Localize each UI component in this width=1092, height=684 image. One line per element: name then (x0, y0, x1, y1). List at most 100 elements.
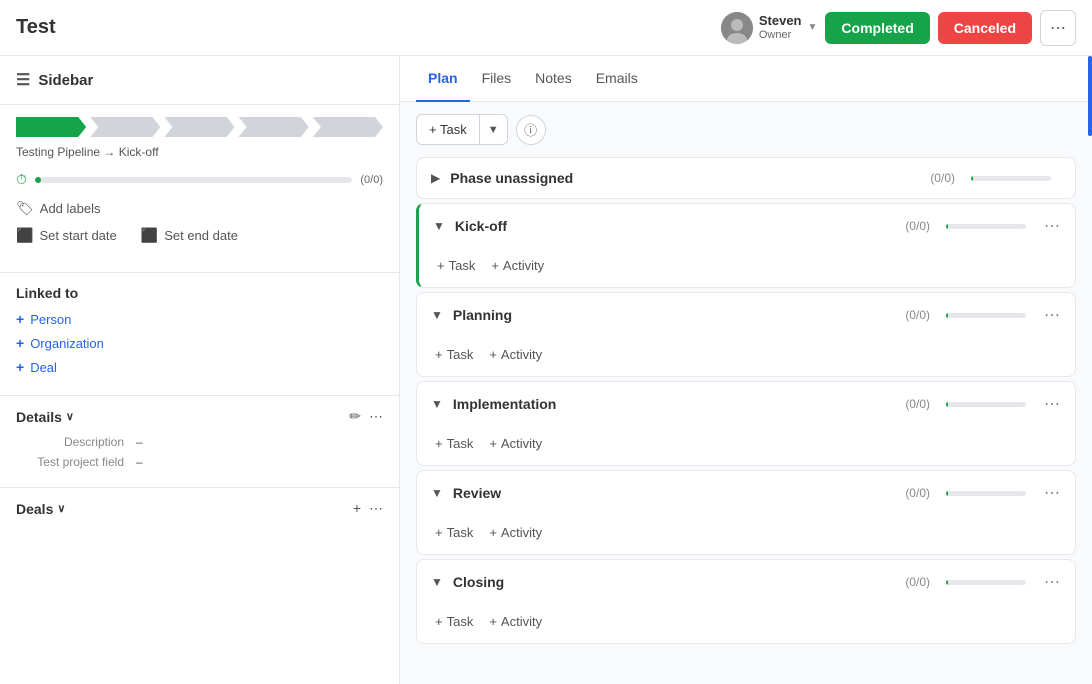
implementation-task-label: Task (447, 436, 474, 451)
pipeline-step-2[interactable] (90, 117, 160, 137)
task-dropdown-icon[interactable]: ▼ (480, 117, 507, 143)
closing-add-task[interactable]: + Task (431, 612, 477, 631)
phase-implementation-header[interactable]: ▼ Implementation (0/0) ⋯ (417, 382, 1075, 426)
phase-implementation: ▼ Implementation (0/0) ⋯ + Task + Ac (416, 381, 1076, 466)
detail-label-test-project-field: Test project field (16, 455, 136, 469)
review-activity-label: Activity (501, 525, 542, 540)
add-deal-icon[interactable]: + (353, 500, 361, 517)
avatar (721, 12, 753, 44)
kickoff-add-task[interactable]: + Task (433, 256, 479, 275)
link-organization[interactable]: + Organization (16, 335, 383, 351)
closing-activity-label: Activity (501, 614, 542, 629)
phase-kickoff-actions: + Task + Activity (419, 248, 1075, 287)
scroll-accent (1088, 56, 1092, 136)
implementation-add-task[interactable]: + Task (431, 434, 477, 453)
details-toggle[interactable]: Details ∨ (16, 409, 74, 425)
task-button[interactable]: + Task ▼ (416, 114, 508, 145)
phase-planning-header[interactable]: ▼ Planning (0/0) ⋯ (417, 293, 1075, 337)
plus-icon: + (489, 614, 497, 629)
phase-closing-header[interactable]: ▼ Closing (0/0) ⋯ (417, 560, 1075, 604)
link-person[interactable]: + Person (16, 311, 383, 327)
review-add-activity[interactable]: + Activity (485, 523, 546, 542)
info-icon: ⓘ (524, 120, 537, 139)
phase-closing-count: (0/0) (905, 575, 930, 589)
tab-notes[interactable]: Notes (523, 56, 584, 102)
breadcrumb-current: Kick-off (119, 145, 159, 159)
kickoff-task-label: Task (449, 258, 476, 273)
kickoff-add-activity[interactable]: + Activity (487, 256, 548, 275)
progress-fill (35, 177, 41, 183)
pipeline-breadcrumb[interactable]: Testing Pipeline → Kick-off (16, 145, 383, 159)
phase-closing-fill (946, 580, 948, 585)
user-name: Steven (759, 13, 802, 29)
detail-value-test-project-field: – (136, 455, 143, 469)
details-section: Details ∨ ✏ ⋯ Description – Test project… (0, 395, 399, 487)
user-section[interactable]: Steven Owner ▼ (721, 12, 818, 44)
phase-review-more-icon[interactable]: ⋯ (1044, 483, 1061, 503)
phase-unassigned-header[interactable]: ▶ Phase unassigned (0/0) (417, 158, 1075, 198)
phase-planning-count: (0/0) (905, 308, 930, 322)
user-info: Steven Owner (759, 13, 802, 42)
link-deal[interactable]: + Deal (16, 359, 383, 375)
phase-kickoff: ▼ Kick-off (0/0) ⋯ + Task + Activity (416, 203, 1076, 288)
phase-review-header[interactable]: ▼ Review (0/0) ⋯ (417, 471, 1075, 515)
phase-kickoff-more-icon[interactable]: ⋯ (1044, 216, 1061, 236)
more-options-button[interactable]: ⋯ (1040, 10, 1076, 46)
review-add-task[interactable]: + Task (431, 523, 477, 542)
phase-chevron-icon: ▼ (433, 219, 445, 233)
phase-closing-more-icon[interactable]: ⋯ (1044, 572, 1061, 592)
set-start-date[interactable]: ⬛ Set start date (16, 227, 117, 244)
pipeline-section: Testing Pipeline → Kick-off ⏱ (0/0) 🏷 Ad… (0, 105, 399, 272)
phase-kickoff-progress (946, 224, 1026, 229)
planning-add-task[interactable]: + Task (431, 345, 477, 364)
completed-button[interactable]: Completed (825, 12, 929, 44)
end-date-icon: ⬛ (141, 227, 158, 244)
phase-unassigned-count: (0/0) (930, 171, 955, 185)
detail-row-test-project-field: Test project field – (16, 455, 383, 469)
progress-row: ⏱ (0/0) (16, 171, 383, 188)
add-labels-row[interactable]: 🏷 Add labels (16, 200, 383, 217)
set-end-date[interactable]: ⬛ Set end date (141, 227, 238, 244)
more-icon[interactable]: ⋯ (369, 408, 383, 425)
toolbar: + Task ▼ ⓘ (400, 102, 1092, 157)
phase-review-progress (946, 491, 1026, 496)
phase-closing-progress (946, 580, 1026, 585)
detail-label-description: Description (16, 435, 136, 449)
progress-label: (0/0) (360, 174, 383, 186)
planning-add-activity[interactable]: + Activity (485, 345, 546, 364)
phase-unassigned: ▶ Phase unassigned (0/0) (416, 157, 1076, 199)
edit-icon[interactable]: ✏ (349, 408, 361, 425)
implementation-add-activity[interactable]: + Activity (485, 434, 546, 453)
phase-kickoff-fill (946, 224, 948, 229)
phases-list: ▶ Phase unassigned (0/0) ▼ Kick-off (0/0… (400, 157, 1092, 664)
tab-plan[interactable]: Plan (416, 56, 470, 102)
tab-files[interactable]: Files (470, 56, 524, 102)
deals-actions: + ⋯ (353, 500, 383, 517)
canceled-button[interactable]: Canceled (938, 12, 1032, 44)
more-deal-icon[interactable]: ⋯ (369, 500, 383, 517)
phase-planning-more-icon[interactable]: ⋯ (1044, 305, 1061, 325)
chevron-down-icon: ▼ (808, 22, 818, 33)
closing-add-activity[interactable]: + Activity (485, 612, 546, 631)
more-icon: ⋯ (1050, 18, 1066, 38)
deals-header: Deals ∨ + ⋯ (16, 500, 383, 517)
phase-kickoff-header[interactable]: ▼ Kick-off (0/0) ⋯ (419, 204, 1075, 248)
phase-closing-name: Closing (453, 574, 897, 590)
pipeline-step-3[interactable] (164, 117, 234, 137)
plus-icon: + (489, 436, 497, 451)
pipeline-step-1[interactable] (16, 117, 86, 137)
phase-planning-fill (946, 313, 948, 318)
page-title: Test (16, 16, 721, 39)
plus-icon: + (491, 258, 499, 273)
sidebar-title: Sidebar (38, 72, 93, 89)
pipeline-step-5[interactable] (313, 117, 383, 137)
info-button[interactable]: ⓘ (516, 115, 546, 145)
pipeline-step-4[interactable] (239, 117, 309, 137)
header: Test Steven Owner ▼ Completed Canceled ⋯ (0, 0, 1092, 56)
deals-toggle[interactable]: Deals ∨ (16, 501, 65, 517)
tab-emails[interactable]: Emails (584, 56, 650, 102)
hamburger-icon[interactable]: ☰ (16, 70, 30, 90)
task-button-label[interactable]: + Task (417, 115, 480, 144)
sidebar: ☰ Sidebar Testing Pipeline → Kick-off ⏱ (0, 56, 400, 684)
phase-implementation-more-icon[interactable]: ⋯ (1044, 394, 1061, 414)
